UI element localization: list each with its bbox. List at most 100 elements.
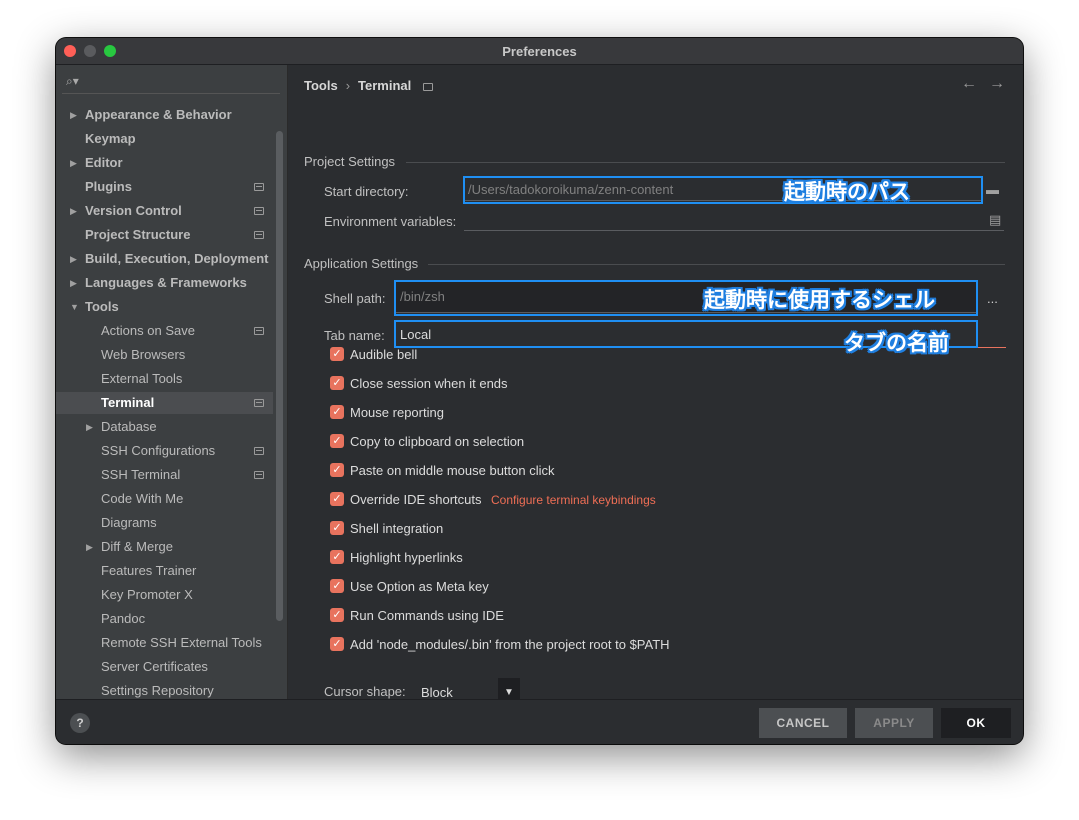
sidebar-item[interactable]: Web Browsers (56, 344, 273, 366)
forward-arrow-icon[interactable]: → (989, 75, 1005, 92)
section-divider (428, 264, 1005, 265)
checkbox-label: Mouse reporting (350, 405, 444, 420)
project-level-icon (254, 231, 264, 239)
help-button[interactable]: ? (70, 713, 90, 733)
sidebar-item-label: Build, Execution, Deployment (85, 251, 269, 266)
project-level-icon (254, 183, 264, 191)
cursor-shape-label: Cursor shape: (324, 684, 406, 699)
sidebar-item[interactable]: Terminal (56, 392, 273, 414)
sidebar-item-label: Server Certificates (101, 659, 208, 674)
project-level-icon (254, 399, 264, 407)
tab-name-label: Tab name: (324, 328, 385, 343)
sidebar-item[interactable]: ▼ Tools (56, 296, 273, 318)
env-vars-input[interactable] (464, 209, 1004, 231)
chevron-right-icon[interactable]: ▶ (70, 272, 77, 294)
sidebar-item-label: Plugins (85, 179, 132, 194)
sidebar-item-label: Project Structure (85, 227, 191, 242)
checkbox-label: Add 'node_modules/.bin' from the project… (350, 637, 670, 652)
apply-button[interactable]: APPLY (855, 708, 933, 738)
chevron-right-icon[interactable]: ▶ (86, 536, 93, 558)
chevron-right-icon[interactable]: ▶ (70, 200, 77, 222)
sidebar-item-label: Database (101, 419, 157, 434)
sidebar-item-label: Appearance & Behavior (85, 107, 232, 122)
sidebar-item[interactable]: ▶ Database (56, 416, 273, 438)
sidebar-scrollbar[interactable] (276, 131, 283, 621)
checkbox[interactable]: ✓ (330, 347, 344, 361)
checkbox-label: Highlight hyperlinks (350, 550, 463, 565)
sidebar-item[interactable]: Key Promoter X (56, 584, 273, 606)
sidebar-item-label: External Tools (101, 371, 183, 386)
sidebar-item[interactable]: ▶ Version Control (56, 200, 273, 222)
sidebar-item[interactable]: Keymap (56, 128, 273, 150)
sidebar-item[interactable]: SSH Configurations (56, 440, 273, 462)
sidebar-item-label: Code With Me (101, 491, 184, 506)
sidebar-item-label: Web Browsers (101, 347, 186, 362)
browse-button[interactable]: ... (987, 291, 998, 306)
env-vars-label: Environment variables: (324, 214, 457, 229)
sidebar-item[interactable]: SSH Terminal (56, 464, 273, 486)
checkbox-label: Run Commands using IDE (350, 608, 504, 623)
sidebar-item[interactable]: Remote SSH External Tools (56, 632, 273, 654)
sidebar-item-label: Editor (85, 155, 123, 170)
breadcrumb-current: Terminal (358, 78, 412, 93)
checkbox-label: Override IDE shortcuts (350, 492, 482, 507)
sidebar-item[interactable]: ▶ Build, Execution, Deployment (56, 248, 273, 270)
tab-name-underline (976, 347, 1006, 348)
sidebar-item-label: Keymap (85, 131, 136, 146)
checkbox[interactable]: ✓ (330, 463, 344, 477)
sidebar-item[interactable]: ▶ Languages & Frameworks (56, 272, 273, 294)
sidebar-item-label: Actions on Save (101, 323, 195, 338)
folder-icon[interactable]: ▬ (986, 182, 999, 197)
section-divider (406, 162, 1005, 163)
breadcrumb-parent[interactable]: Tools (304, 78, 338, 93)
sidebar-item[interactable]: Pandoc (56, 608, 273, 630)
checkbox[interactable]: ✓ (330, 550, 344, 564)
chevron-right-icon[interactable]: ▶ (70, 152, 77, 174)
chevron-right-icon[interactable]: ▶ (70, 248, 77, 270)
checkbox-label: Shell integration (350, 521, 444, 536)
back-arrow-icon[interactable]: ← (961, 75, 977, 92)
checkbox-label: Copy to clipboard on selection (350, 434, 525, 449)
sidebar-item-label: SSH Configurations (101, 443, 216, 458)
settings-search-input[interactable]: ⌕▾ (62, 71, 280, 94)
checkbox[interactable]: ✓ (330, 434, 344, 448)
checkbox[interactable]: ✓ (330, 405, 344, 419)
sidebar-item[interactable]: Actions on Save (56, 320, 273, 342)
project-level-icon (254, 471, 264, 479)
sidebar-item[interactable]: External Tools (56, 368, 273, 390)
document-icon[interactable]: ▤ (989, 212, 1001, 228)
sidebar-item-label: Tools (85, 299, 119, 314)
chevron-right-icon[interactable]: ▶ (70, 104, 77, 126)
sidebar-item[interactable]: ▶ Editor (56, 152, 273, 174)
checkbox[interactable]: ✓ (330, 637, 344, 651)
sidebar-item[interactable]: Plugins (56, 176, 273, 198)
sidebar-item[interactable]: Server Certificates (56, 656, 273, 678)
project-settings-title: Project Settings (304, 154, 396, 169)
cancel-button[interactable]: CANCEL (759, 708, 847, 738)
checkbox[interactable]: ✓ (330, 579, 344, 593)
sidebar-item-label: Version Control (85, 203, 182, 218)
checkbox[interactable]: ✓ (330, 521, 344, 535)
breadcrumb: Tools › Terminal (304, 78, 434, 93)
sidebar-item[interactable]: ▶ Appearance & Behavior (56, 104, 273, 126)
checkbox[interactable]: ✓ (330, 492, 344, 506)
checkbox-label: Audible bell (350, 347, 418, 362)
cursor-shape-value: Block (421, 685, 453, 700)
sidebar-item-label: Languages & Frameworks (85, 275, 247, 290)
configure-keybindings-link[interactable]: Configure terminal keybindings (491, 489, 656, 511)
sidebar-item[interactable]: Diagrams (56, 512, 273, 534)
sidebar-item[interactable]: Features Trainer (56, 560, 273, 582)
checkbox[interactable]: ✓ (330, 376, 344, 390)
history-nav: ← → (949, 75, 1005, 93)
chevron-right-icon[interactable]: ▶ (86, 416, 93, 438)
ok-button[interactable]: OK (941, 708, 1011, 738)
project-level-icon (254, 327, 264, 335)
checkbox-label: Paste on middle mouse button click (350, 463, 555, 478)
start-directory-label: Start directory: (324, 184, 409, 199)
chevron-down-icon[interactable]: ▼ (70, 296, 79, 318)
checkbox[interactable]: ✓ (330, 608, 344, 622)
sidebar-item[interactable]: ▶ Diff & Merge (56, 536, 273, 558)
sidebar-item[interactable]: Code With Me (56, 488, 273, 510)
sidebar-item-label: SSH Terminal (101, 467, 181, 482)
sidebar-item[interactable]: Project Structure (56, 224, 273, 246)
